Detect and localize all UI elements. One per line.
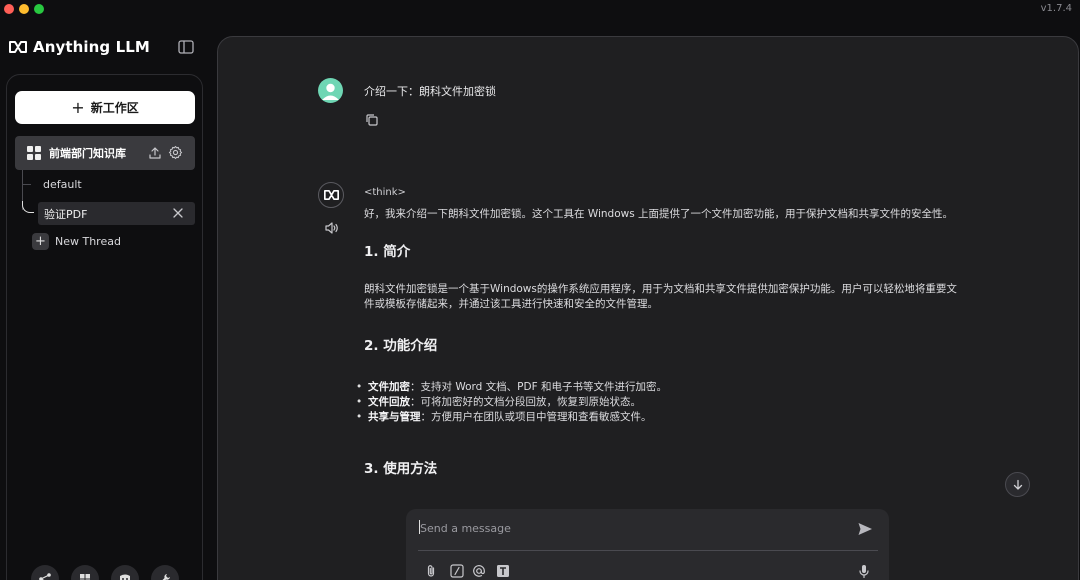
message-input[interactable] bbox=[420, 519, 840, 537]
sidebar-toggle-icon[interactable] bbox=[178, 40, 194, 54]
list-item: 文件加密：支持对 Word 文档、PDF 和电子书等文件进行加密。 bbox=[356, 380, 974, 395]
section-heading: 1. 简介 bbox=[364, 244, 411, 260]
workspace-grid-icon bbox=[27, 146, 41, 160]
list-item: 文件回放：可将加密好的文档分段回放，恢复到原始状态。 bbox=[356, 395, 974, 410]
wrench-icon bbox=[162, 574, 170, 580]
microphone-icon[interactable] bbox=[857, 564, 871, 578]
chat-panel: 介绍一下：朗科文件加密锁 <think> 好，我来介绍一下朗科文件加密锁。这个工… bbox=[217, 36, 1079, 580]
plus-icon: + bbox=[32, 233, 49, 250]
copy-icon[interactable] bbox=[365, 113, 379, 127]
sidebar: + 新工作区 前端部门知识库 default 验证PDF + New Threa… bbox=[6, 74, 203, 580]
attachment-icon[interactable] bbox=[424, 564, 438, 578]
thread-tree-tick bbox=[23, 184, 31, 185]
text-format-icon[interactable] bbox=[496, 564, 510, 578]
message-composer bbox=[406, 509, 889, 580]
speaker-icon[interactable] bbox=[324, 221, 339, 235]
workspace-label: 前端部门知识库 bbox=[49, 147, 126, 160]
app-logo: Anything LLM bbox=[9, 38, 150, 56]
close-icon[interactable] bbox=[171, 206, 185, 220]
plus-icon: + bbox=[71, 97, 85, 117]
list-item: 共享与管理：方便用户在团队或项目中管理和查看敏感文件。 bbox=[356, 410, 974, 425]
grid-icon bbox=[80, 574, 90, 580]
think-tag: <think> bbox=[364, 187, 406, 198]
text-caret bbox=[419, 520, 420, 534]
user-avatar-icon bbox=[322, 83, 339, 100]
upload-icon[interactable] bbox=[148, 146, 162, 160]
section-paragraph: 朗科文件加密锁是一个基于Windows的操作系统应用程序，用于为文档和共享文件提… bbox=[364, 283, 957, 295]
slash-command-icon[interactable] bbox=[450, 564, 464, 578]
scroll-to-bottom-button[interactable] bbox=[1005, 472, 1030, 497]
anything-llm-logo-icon bbox=[9, 41, 27, 53]
app-version: v1.7.4 bbox=[1040, 3, 1072, 14]
assistant-message: <think> 好，我来介绍一下朗科文件加密锁。这个工具在 Windows 上面… bbox=[356, 187, 974, 477]
thread-item-default[interactable]: default bbox=[43, 178, 82, 191]
maximize-window-button[interactable] bbox=[34, 4, 44, 14]
anything-llm-logo-icon bbox=[323, 189, 339, 200]
thread-label: 验证PDF bbox=[44, 207, 88, 221]
workspace-item[interactable]: 前端部门知识库 bbox=[15, 136, 195, 170]
user-message: 介绍一下：朗科文件加密锁 bbox=[364, 85, 496, 98]
section-heading: 2. 功能介绍 bbox=[364, 338, 438, 354]
share-icon bbox=[39, 573, 51, 580]
title-bar: v1.7.4 bbox=[0, 0, 1080, 22]
feature-list: 文件加密：支持对 Word 文档、PDF 和电子书等文件进行加密。 文件回放：可… bbox=[356, 380, 974, 425]
section-paragraph: 件或模板存储起来，并通过该工具进行快速和安全的文件管理。 bbox=[364, 298, 658, 310]
close-window-button[interactable] bbox=[4, 4, 14, 14]
intro-paragraph: 好，我来介绍一下朗科文件加密锁。这个工具在 Windows 上面提供了一个文件加… bbox=[364, 208, 954, 220]
new-workspace-button[interactable]: + 新工作区 bbox=[15, 91, 195, 124]
arrow-down-icon bbox=[1013, 479, 1022, 490]
assistant-avatar bbox=[318, 182, 344, 208]
send-icon[interactable] bbox=[857, 521, 873, 537]
new-workspace-label: 新工作区 bbox=[90, 101, 139, 115]
composer-divider bbox=[418, 550, 878, 551]
discord-icon bbox=[120, 574, 130, 580]
thread-item-active[interactable]: 验证PDF bbox=[38, 202, 195, 225]
gear-icon[interactable] bbox=[168, 145, 183, 160]
minimize-window-button[interactable] bbox=[19, 4, 29, 14]
thread-tree-curve bbox=[22, 201, 34, 213]
app-name: Anything LLM bbox=[33, 38, 150, 56]
new-thread-label: New Thread bbox=[55, 235, 121, 248]
user-avatar bbox=[318, 78, 343, 103]
new-thread-button[interactable]: + New Thread bbox=[32, 233, 121, 250]
section-heading: 3. 使用方法 bbox=[364, 461, 438, 477]
at-mention-icon[interactable] bbox=[472, 564, 486, 578]
